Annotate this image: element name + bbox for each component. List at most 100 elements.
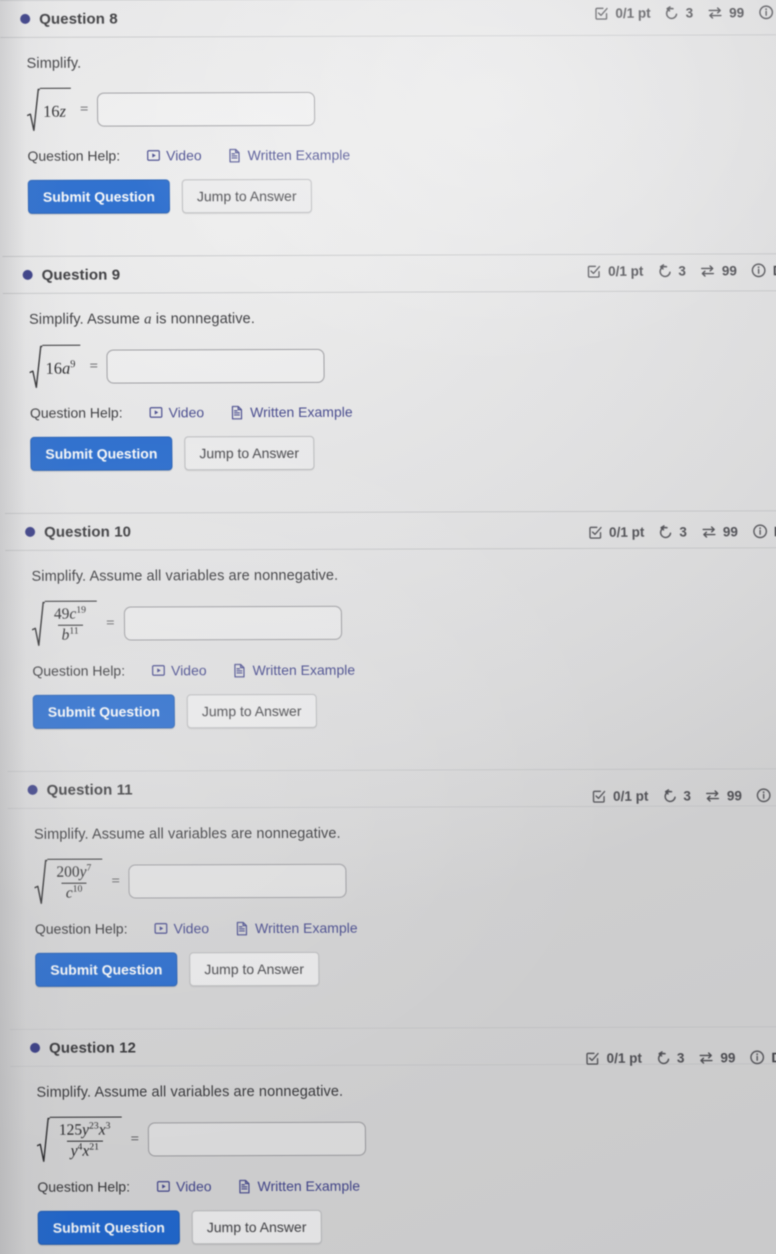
radical-sign-q12 [36, 1117, 51, 1163]
checkbox-edit-icon [592, 788, 607, 803]
question-button-row-q10: Submit Question Jump to Answer [32, 692, 776, 729]
written-example-label-q12: Written Example [257, 1177, 361, 1195]
question-title-q12: Question 12 [48, 1039, 137, 1057]
question-title-q8: Question 8 [39, 10, 118, 28]
info-circle-icon[interactable] [756, 787, 772, 803]
video-help-label-q12: Video [175, 1178, 212, 1195]
equals-sign-q8: = [79, 101, 89, 118]
written-example-link-q8[interactable]: Written Example [228, 147, 350, 163]
answer-input-q11[interactable] [128, 863, 348, 899]
details-link-q12[interactable]: Detail [771, 1050, 776, 1065]
swap-arrows-icon [705, 788, 721, 803]
radical-sign-q8 [26, 88, 41, 132]
jump-to-answer-button-q12[interactable]: Jump to Answer [191, 1209, 322, 1245]
radicand-q8: 16z [39, 87, 72, 132]
attempts-count-q11: 3 [683, 788, 691, 804]
info-circle-icon[interactable] [749, 1049, 765, 1065]
question-title-q10: Question 10 [44, 523, 132, 541]
question-help-row-q9: Question Help: Video Written Example [30, 402, 776, 421]
question-meta-q9: 0/1 pt 3 99 D [587, 262, 776, 279]
written-example-link-q10[interactable]: Written Example [233, 662, 355, 678]
answer-input-q10[interactable] [123, 605, 342, 641]
submit-question-button-q9[interactable]: Submit Question [30, 436, 173, 471]
jump-to-answer-button-q10[interactable]: Jump to Answer [186, 693, 317, 729]
video-help-link-q12[interactable]: Video [156, 1178, 212, 1194]
versions-count-q8: 99 [729, 4, 745, 20]
video-help-link-q9[interactable]: Video [148, 404, 204, 420]
jump-to-answer-button-q8[interactable]: Jump to Answer [181, 178, 312, 214]
answer-input-q9[interactable] [106, 348, 326, 384]
versions-count-q11: 99 [726, 787, 742, 803]
answer-input-q12[interactable] [147, 1121, 367, 1157]
question-help-label-q9: Question Help: [29, 404, 123, 421]
video-play-icon [153, 921, 167, 935]
question-spacer [5, 482, 776, 513]
points-label-q10: 0/1 pt [608, 524, 645, 540]
document-icon [237, 1179, 251, 1194]
attempts-count-q12: 3 [676, 1050, 685, 1066]
video-play-icon [149, 405, 163, 419]
question-header-q9: Question 9 0/1 pt 3 99 D [2, 253, 776, 294]
answer-input-q8[interactable] [97, 91, 316, 127]
video-play-icon [146, 148, 160, 162]
undo-arrow-icon [658, 524, 673, 539]
question-body-q8: Simplify. 16z = Question Help: Video Written … [1, 53, 776, 214]
question-block-q8: Question 8 0/1 pt 3 99 Simplify. 16z = Question… [0, 0, 776, 228]
info-circle-icon[interactable] [758, 4, 774, 20]
video-help-link-q10[interactable]: Video [151, 662, 207, 678]
radical-sign-icon [34, 859, 48, 904]
written-example-link-q9[interactable]: Written Example [230, 404, 353, 420]
document-icon [235, 921, 249, 936]
written-example-link-q12[interactable]: Written Example [237, 1178, 360, 1194]
fraction-denominator-q12: y4x21 [66, 1140, 104, 1161]
submit-question-button-q12[interactable]: Submit Question [37, 1210, 180, 1245]
question-help-row-q8: Question Help: Video Written Example [27, 145, 776, 164]
written-example-link-q11[interactable]: Written Example [235, 920, 358, 936]
fraction-denominator-q11: c10 [61, 882, 87, 903]
radicand-q9: 16a9 [42, 344, 81, 389]
equals-sign-q9: = [89, 358, 99, 375]
video-help-link-q8[interactable]: Video [146, 147, 202, 163]
question-prompt-q8: Simplify. [26, 55, 82, 72]
question-help-row-q10: Question Help: Video Written Example [32, 660, 776, 679]
radicand-q12: 125y23x3 y4x21 [49, 1116, 122, 1163]
points-label-q8: 0/1 pt [615, 5, 651, 21]
jump-to-answer-button-q9[interactable]: Jump to Answer [184, 435, 315, 471]
question-title-q11: Question 11 [46, 781, 133, 799]
question-meta-q8: 0/1 pt 3 99 [594, 4, 774, 21]
radicand-q11: 200y7 c10 [47, 858, 103, 905]
submit-question-button-q11[interactable]: Submit Question [35, 952, 178, 987]
video-help-link-q11[interactable]: Video [153, 920, 209, 936]
question-header-q11: Question 110/1 pt399Det [7, 768, 776, 809]
attempts-count-q10: 3 [679, 524, 687, 540]
swap-arrows-icon [707, 5, 723, 20]
document-icon [233, 663, 247, 678]
submit-question-button-q10[interactable]: Submit Question [32, 694, 175, 729]
question-button-row-q9: Submit Question Jump to Answer [30, 434, 776, 471]
question-block-q9: Question 9 0/1 pt 3 99 D Simplify. Assume a i… [2, 253, 776, 485]
question-prompt-q12: Simplify. Assume all variables are nonne… [36, 1083, 344, 1101]
question-status-bullet-icon [27, 784, 38, 795]
question-button-row-q11: Submit Question Jump to Answer [35, 950, 776, 987]
question-status-bullet-icon [22, 269, 33, 280]
undo-arrow-icon [665, 5, 680, 20]
written-example-label-q9: Written Example [250, 403, 353, 421]
fraction-numerator-q10: 49c19 [53, 605, 87, 624]
versions-count-q10: 99 [722, 523, 738, 539]
info-circle-icon[interactable] [752, 523, 768, 539]
fraction-numerator-q12: 125y23x3 [58, 1121, 111, 1140]
question-help-label-q8: Question Help: [27, 147, 121, 164]
points-label-q12: 0/1 pt [606, 1050, 642, 1066]
radical-sign-q9 [29, 345, 43, 389]
photographed-screen: Question 8 0/1 pt 3 99 Simplify. 16z = Question… [0, 0, 776, 1254]
undo-arrow-icon [656, 1050, 671, 1065]
undo-arrow-icon [657, 263, 672, 278]
video-play-icon [156, 1179, 170, 1193]
submit-question-button-q8[interactable]: Submit Question [27, 179, 171, 214]
radical-sign-icon [29, 345, 43, 389]
question-meta-q12: 0/1 pt 3 99 Detail [586, 1049, 776, 1066]
question-spacer [10, 998, 776, 1029]
jump-to-answer-button-q11[interactable]: Jump to Answer [189, 951, 320, 987]
question-help-row-q11: Question Help: Video Written Example [35, 918, 776, 937]
info-circle-icon[interactable] [751, 262, 767, 278]
